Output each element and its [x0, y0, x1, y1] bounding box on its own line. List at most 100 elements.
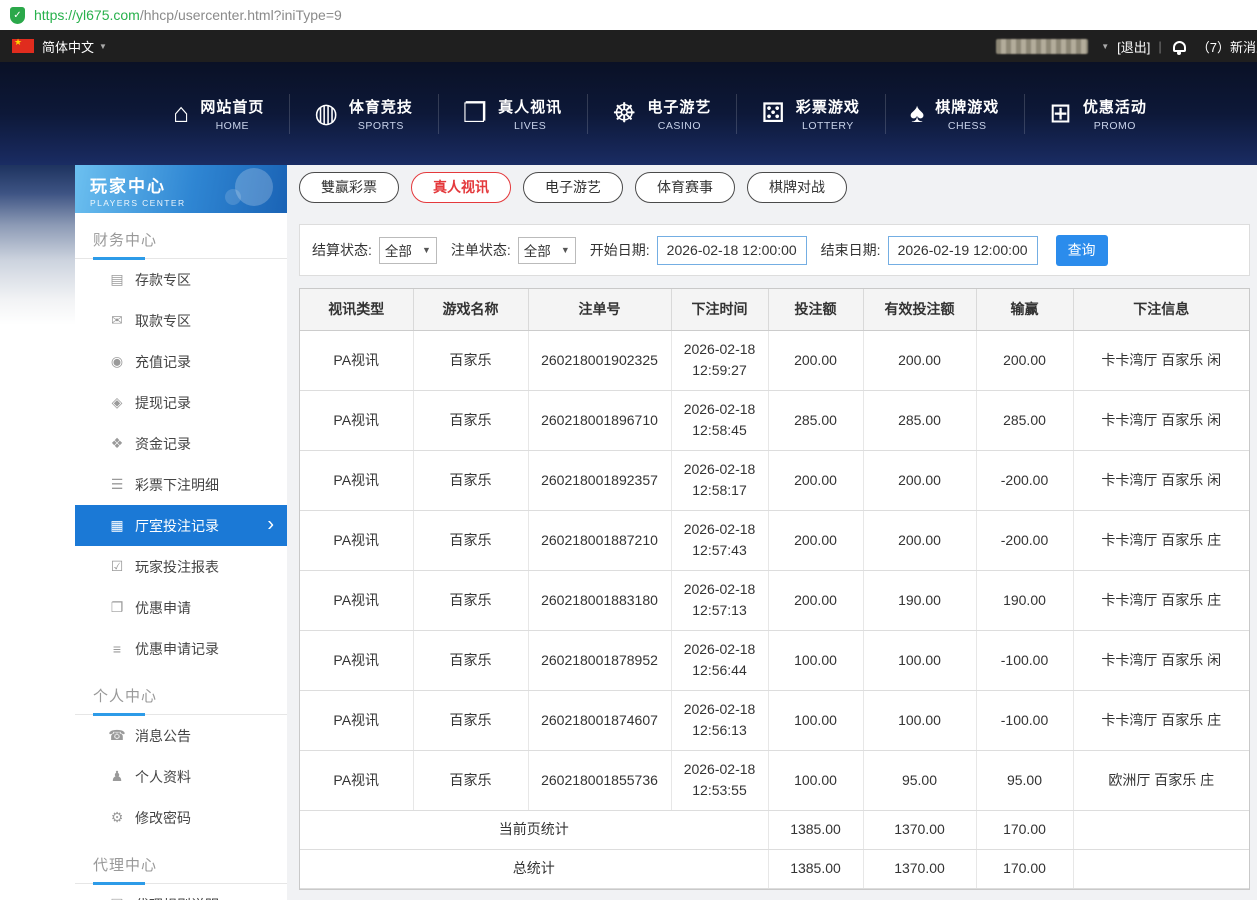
- settle-status-label: 结算状态:: [312, 240, 372, 260]
- nav-label: 棋牌游戏: [935, 96, 999, 117]
- sidebar-header: 玩家中心 PLAYERS CENTER: [75, 165, 287, 213]
- chevron-right-icon: ›: [267, 513, 274, 536]
- cell-bet-info: 卡卡湾厅 百家乐 庄: [1073, 570, 1249, 630]
- sidebar-item-promo-application-records[interactable]: ≡优惠申请记录: [75, 628, 287, 669]
- nav-item-promo[interactable]: ⊞优惠活动PROMO: [1024, 62, 1172, 165]
- settle-status-select[interactable]: 全部 ▼: [379, 237, 437, 264]
- nav-item-lives[interactable]: ❐真人视讯LIVES: [438, 62, 587, 165]
- cell-bet-time: 2026-02-18 12:58:45: [671, 390, 768, 450]
- document-icon: ❏: [108, 896, 126, 900]
- query-button[interactable]: 查询: [1056, 235, 1108, 266]
- cell-bet-info: 卡卡湾厅 百家乐 闲: [1073, 330, 1249, 390]
- tab-lottery[interactable]: 雙赢彩票: [299, 172, 399, 203]
- logout-link[interactable]: [退出]: [1117, 37, 1150, 56]
- cell-video-type: PA视讯: [300, 450, 413, 510]
- lottery-dice-icon: ⚄: [761, 98, 784, 129]
- nav-item-lottery[interactable]: ⚄彩票游戏LOTTERY: [736, 62, 884, 165]
- sidebar-item-agent-rules[interactable]: ❏代理规则说明: [75, 884, 287, 900]
- sidebar-item-profile[interactable]: ♟个人资料: [75, 756, 287, 797]
- sidebar-item-withdraw-zone[interactable]: ✉取款专区: [75, 300, 287, 341]
- chevron-down-icon[interactable]: ▼: [1101, 42, 1109, 51]
- sidebar-item-withdrawal-records[interactable]: ◈提现记录: [75, 382, 287, 423]
- bet-records-table: 视讯类型游戏名称注单号下注时间投注额有效投注额输赢下注信息 PA视讯百家乐260…: [300, 289, 1249, 889]
- sidebar-item-fund-records[interactable]: ❖资金记录: [75, 423, 287, 464]
- cell-video-type: PA视讯: [300, 390, 413, 450]
- sidebar-item-lottery-bet-details[interactable]: ☰彩票下注明细: [75, 464, 287, 505]
- language-selector[interactable]: 简体中文: [42, 37, 94, 56]
- cell-win-loss: 190.00: [976, 570, 1073, 630]
- column-header-bet-amount: 投注额: [768, 289, 863, 330]
- cell-bet-time: 2026-02-18 12:57:13: [671, 570, 768, 630]
- sidebar: 玩家中心 PLAYERS CENTER 财务中心▤存款专区✉取款专区◉充值记录◈…: [75, 165, 287, 900]
- cell-bet-info: 卡卡湾厅 百家乐 闲: [1073, 450, 1249, 510]
- cell-order-no: 260218001878952: [528, 630, 671, 690]
- sidebar-title: 玩家中心: [90, 172, 287, 197]
- report-icon: ☑: [108, 558, 126, 575]
- summary-label: 总统计: [300, 849, 768, 888]
- chevron-down-icon: ▼: [422, 245, 431, 255]
- withdraw-icon: ✉: [108, 312, 126, 329]
- cell-bet-amount: 200.00: [768, 570, 863, 630]
- page-total-row: 当前页统计1385.001370.00170.00: [300, 810, 1249, 849]
- nav-item-home[interactable]: ⌂网站首页HOME: [148, 62, 289, 165]
- cell-win-loss: 285.00: [976, 390, 1073, 450]
- nav-item-chess[interactable]: ♠棋牌游戏CHESS: [885, 62, 1024, 165]
- nav-item-casino[interactable]: ☸电子游艺CASINO: [587, 62, 736, 165]
- tab-egame[interactable]: 电子游艺: [523, 172, 623, 203]
- basketball-icon: ◍: [314, 98, 338, 129]
- sidebar-item-deposit-zone[interactable]: ▤存款专区: [75, 259, 287, 300]
- sidebar-item-change-password[interactable]: ⚙修改密码: [75, 797, 287, 838]
- cell-game-name: 百家乐: [413, 330, 528, 390]
- cell-bet-time: 2026-02-18 12:58:17: [671, 450, 768, 510]
- column-header-order-no: 注单号: [528, 289, 671, 330]
- main-content: 雙赢彩票真人视讯电子游艺体育赛事棋牌对战 结算状态: 全部 ▼ 注单状态: 全部…: [287, 165, 1257, 900]
- security-shield-icon: ✓: [10, 7, 25, 24]
- order-status-label: 注单状态:: [451, 240, 511, 260]
- cell-order-no: 260218001887210: [528, 510, 671, 570]
- sidebar-subtitle: PLAYERS CENTER: [90, 198, 287, 208]
- order-status-select[interactable]: 全部 ▼: [518, 237, 576, 264]
- sidebar-item-hall-bet-records[interactable]: ▦厅室投注记录›: [75, 505, 287, 546]
- cell-order-no: 260218001855736: [528, 750, 671, 810]
- tab-sports[interactable]: 体育赛事: [635, 172, 735, 203]
- cell-bet-amount: 200.00: [768, 510, 863, 570]
- cell-valid-amount: 285.00: [863, 390, 976, 450]
- summary-valid-amount: 1370.00: [863, 810, 976, 849]
- sidebar-item-messages[interactable]: ☎消息公告: [75, 715, 287, 756]
- cell-valid-amount: 200.00: [863, 330, 976, 390]
- cell-bet-info: 卡卡湾厅 百家乐 闲: [1073, 390, 1249, 450]
- username-blurred[interactable]: [996, 39, 1088, 54]
- summary-empty: [1073, 810, 1249, 849]
- end-date-input[interactable]: [888, 236, 1038, 265]
- new-messages-link[interactable]: （7）新消息: [1197, 37, 1257, 56]
- cell-bet-time: 2026-02-18 12:56:13: [671, 690, 768, 750]
- notification-bell-icon[interactable]: [1173, 41, 1186, 52]
- end-date-label: 结束日期:: [821, 240, 881, 260]
- cell-valid-amount: 95.00: [863, 750, 976, 810]
- nav-label: 体育竞技: [349, 96, 413, 117]
- cell-game-name: 百家乐: [413, 390, 528, 450]
- cell-order-no: 260218001883180: [528, 570, 671, 630]
- sidebar-section-header: 代理中心: [75, 848, 287, 884]
- sidebar-item-player-bet-report[interactable]: ☑玩家投注报表: [75, 546, 287, 587]
- cell-bet-time: 2026-02-18 12:57:43: [671, 510, 768, 570]
- china-flag-icon: ★: [12, 39, 34, 53]
- cell-valid-amount: 200.00: [863, 450, 976, 510]
- nav-label: 彩票游戏: [796, 96, 860, 117]
- cell-game-name: 百家乐: [413, 690, 528, 750]
- page-url[interactable]: https://yl675.com/hhcp/usercenter.html?i…: [34, 7, 342, 23]
- playing-cards-icon: ❐: [463, 98, 487, 129]
- cell-valid-amount: 190.00: [863, 570, 976, 630]
- tab-live[interactable]: 真人视讯: [411, 172, 511, 203]
- tab-chess[interactable]: 棋牌对战: [747, 172, 847, 203]
- sidebar-item-recharge-records[interactable]: ◉充值记录: [75, 341, 287, 382]
- start-date-input[interactable]: [657, 236, 807, 265]
- background-left-strip: [0, 165, 75, 900]
- browser-address-bar[interactable]: ✓ https://yl675.com/hhcp/usercenter.html…: [0, 0, 1257, 30]
- recharge-icon: ◉: [108, 353, 126, 370]
- cell-game-name: 百家乐: [413, 570, 528, 630]
- sidebar-item-promo-application[interactable]: ❐优惠申请: [75, 587, 287, 628]
- nav-item-sports[interactable]: ◍体育竞技SPORTS: [289, 62, 438, 165]
- chevron-down-icon[interactable]: ▼: [99, 42, 107, 51]
- cell-valid-amount: 100.00: [863, 690, 976, 750]
